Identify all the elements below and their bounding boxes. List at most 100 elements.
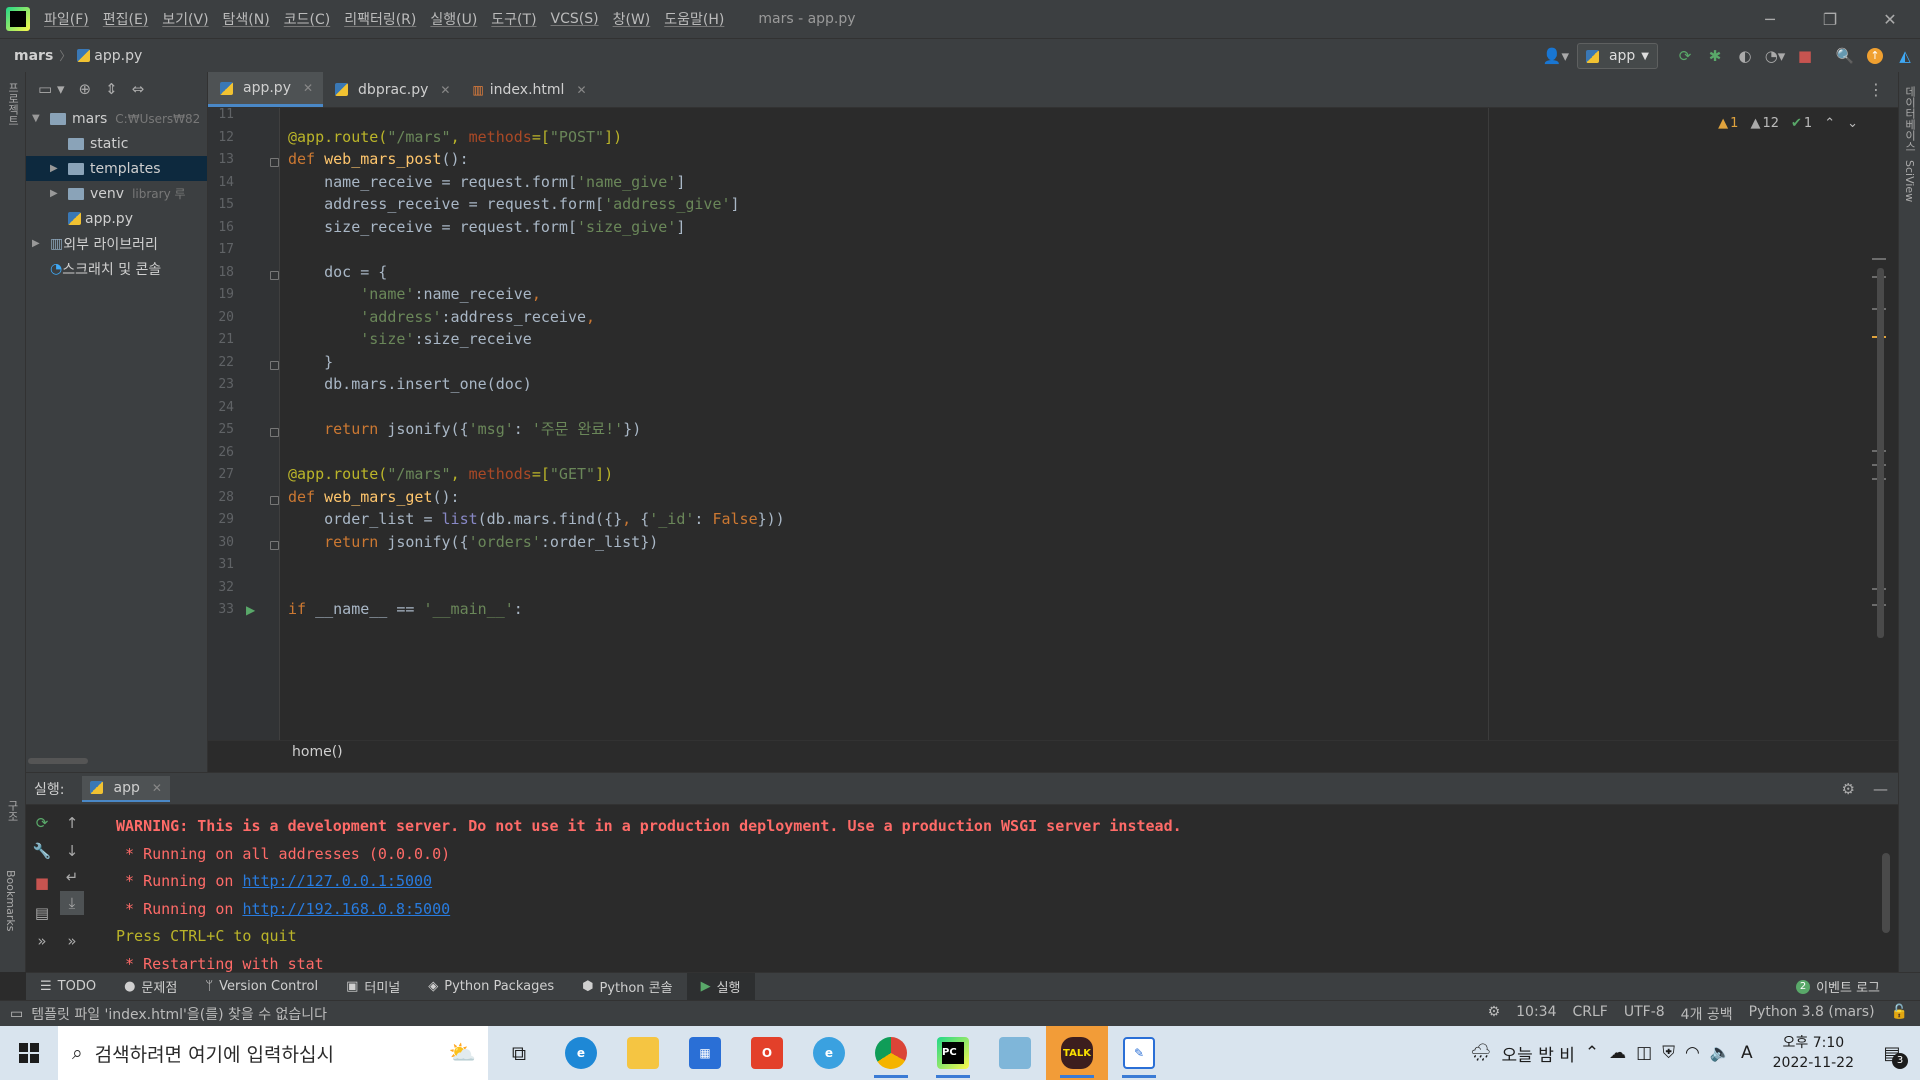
- tool-run[interactable]: ▶ 실행: [686, 972, 755, 1001]
- line-number[interactable]: 12: [208, 130, 234, 145]
- close-tab-icon[interactable]: ✕: [303, 81, 313, 95]
- line-number[interactable]: 25: [208, 422, 234, 437]
- collapse-all-icon[interactable]: ⇔: [132, 80, 145, 98]
- close-tab-icon[interactable]: ✕: [576, 83, 586, 97]
- project-view-icon[interactable]: ▭ ▾: [38, 80, 64, 98]
- tool-todo[interactable]: ☰ TODO: [26, 973, 110, 1001]
- database-tool-button[interactable]: 데이터베이스: [1902, 86, 1918, 152]
- chevron-right-icon[interactable]: ▶: [32, 238, 50, 249]
- update-icon[interactable]: ↑: [1860, 41, 1890, 71]
- more-icon[interactable]: »: [30, 929, 54, 953]
- caret-position[interactable]: 10:34: [1516, 1004, 1556, 1024]
- menu-run[interactable]: 실행(U): [430, 9, 477, 29]
- code-line[interactable]: db.mars.insert_one(doc): [288, 374, 532, 394]
- security-icon[interactable]: ⛨: [1662, 1043, 1675, 1063]
- lock-icon[interactable]: 🔓: [1891, 1004, 1908, 1024]
- line-number[interactable]: 20: [208, 310, 234, 325]
- fold-marker-icon[interactable]: [270, 495, 279, 505]
- python-interpreter[interactable]: Python 3.8 (mars): [1749, 1004, 1875, 1024]
- profile-icon[interactable]: ◔▾: [1760, 41, 1790, 71]
- tree-item-3[interactable]: ▶ venv library 루: [26, 181, 207, 206]
- tool-python-console[interactable]: ⬢ Python 콘솔: [568, 973, 686, 1001]
- rerun-icon[interactable]: ⟳: [1670, 41, 1700, 71]
- menu-code[interactable]: 코드(C): [284, 9, 330, 29]
- code-breadcrumb[interactable]: home(): [208, 740, 1898, 764]
- layout-icon[interactable]: ▤: [30, 901, 54, 925]
- tool-python-packages[interactable]: ◈ Python Packages: [414, 973, 568, 1001]
- wifi-icon[interactable]: ◠: [1685, 1043, 1700, 1063]
- indent-setting[interactable]: 4개 공백: [1681, 1004, 1733, 1024]
- start-button[interactable]: [0, 1026, 58, 1080]
- more-options-icon[interactable]: ⋮: [1854, 72, 1898, 107]
- inspection-widget[interactable]: ▲ 1 ▲ 12 ✔ 1 ⌃ ⌄: [1718, 116, 1858, 131]
- menu-window[interactable]: 창(W): [613, 9, 651, 29]
- tab-index-html[interactable]: ▥ index.html ✕: [460, 72, 596, 107]
- restore-icon[interactable]: ❐: [1800, 0, 1860, 38]
- code-line[interactable]: if __name__ == '__main__':: [288, 599, 523, 619]
- tree-item-4[interactable]: app.py: [26, 206, 207, 231]
- status-panel-icon[interactable]: ▭: [10, 1006, 23, 1022]
- console-scrollbar[interactable]: [1882, 853, 1890, 933]
- meet-now-icon[interactable]: ◫: [1636, 1043, 1652, 1063]
- breadcrumb-file[interactable]: app.py: [94, 48, 142, 64]
- tree-item-2[interactable]: ▶ templates: [26, 156, 207, 181]
- line-number[interactable]: 18: [208, 265, 234, 280]
- chevron-down-icon[interactable]: ▼: [32, 113, 50, 124]
- line-number[interactable]: 19: [208, 287, 234, 302]
- tool-terminal[interactable]: ▣ 터미널: [332, 973, 414, 1001]
- coverage-icon[interactable]: ◐: [1730, 41, 1760, 71]
- wrench-icon[interactable]: 🔧: [30, 839, 54, 863]
- code-line[interactable]: 'address':address_receive,: [288, 307, 595, 327]
- tree-item-1[interactable]: static: [26, 131, 207, 156]
- next-highlight-icon[interactable]: ⌄: [1847, 116, 1858, 131]
- menu-file[interactable]: 파일(F): [44, 9, 89, 29]
- taskbar-search[interactable]: ⌕ 검색하려면 여기에 입력하십시 ⛅: [58, 1026, 488, 1080]
- console-link[interactable]: http://127.0.0.1:5000: [242, 872, 432, 890]
- line-number[interactable]: 28: [208, 490, 234, 505]
- more-icon[interactable]: »: [60, 929, 84, 953]
- weather-text[interactable]: 오늘 밤 비: [1502, 1041, 1575, 1066]
- code-line[interactable]: doc = {: [288, 262, 387, 282]
- run-config-selector[interactable]: app ▼: [1576, 43, 1658, 69]
- hide-panel-icon[interactable]: —: [1873, 780, 1888, 798]
- menu-vcs[interactable]: VCS(S): [551, 11, 599, 27]
- scroll-down-icon[interactable]: ↓: [60, 839, 84, 863]
- taskbar-clock[interactable]: 오후 7:10 2022-11-22: [1773, 1033, 1854, 1073]
- file-explorer-icon[interactable]: [612, 1026, 674, 1080]
- code-line[interactable]: 'name':name_receive,: [288, 284, 541, 304]
- previous-highlight-icon[interactable]: ⌃: [1824, 116, 1835, 131]
- editor-app-icon[interactable]: ✎: [1108, 1026, 1170, 1080]
- search-icon[interactable]: 🔍: [1830, 41, 1860, 71]
- fold-marker-icon[interactable]: [270, 360, 279, 370]
- sciview-tool-button[interactable]: SciView: [1903, 160, 1916, 202]
- fold-marker-icon[interactable]: [270, 428, 279, 437]
- close-tab-icon[interactable]: ✕: [152, 781, 162, 795]
- scroll-to-end-icon[interactable]: ⤓: [60, 891, 84, 915]
- code-editor[interactable]: 11 12 13 14 15 16 17 18 19 20 21 22 23 24 25 26 27 28 29 30…: [208, 108, 1898, 740]
- line-number[interactable]: 23: [208, 377, 234, 392]
- tool-version-control[interactable]: ᛘ Version Control: [191, 973, 332, 1001]
- file-encoding[interactable]: UTF-8: [1624, 1004, 1665, 1024]
- code-line[interactable]: name_receive = request.form['name_give']: [288, 172, 685, 192]
- code-breadcrumb-function[interactable]: home(): [292, 744, 343, 760]
- code-line[interactable]: def web_mars_post():: [288, 149, 469, 169]
- tab-dbprac-py[interactable]: dbprac.py ✕: [323, 72, 460, 107]
- code-line[interactable]: order_list = list(db.mars.find({}, {'_id…: [288, 509, 785, 529]
- chevron-right-icon[interactable]: ▶: [50, 163, 68, 174]
- line-number[interactable]: 29: [208, 512, 234, 527]
- project-horizontal-scrollbar[interactable]: [28, 758, 88, 764]
- run-gutter-icon[interactable]: ▶: [246, 603, 255, 617]
- scroll-up-icon[interactable]: ↑: [60, 811, 84, 835]
- breadcrumb-project[interactable]: mars: [14, 48, 53, 64]
- code-line[interactable]: size_receive = request.form['size_give']: [288, 217, 685, 237]
- volume-icon[interactable]: 🔈: [1710, 1043, 1731, 1063]
- internet-explorer-icon[interactable]: e: [798, 1026, 860, 1080]
- line-number[interactable]: 21: [208, 332, 234, 347]
- line-number[interactable]: 33: [208, 602, 234, 617]
- line-number[interactable]: 30: [208, 535, 234, 550]
- minimize-icon[interactable]: ─: [1740, 0, 1800, 38]
- fold-marker-icon[interactable]: [270, 158, 279, 167]
- debug-icon[interactable]: ✱: [1700, 41, 1730, 71]
- line-number[interactable]: 31: [208, 557, 234, 572]
- notepad-icon[interactable]: [984, 1026, 1046, 1080]
